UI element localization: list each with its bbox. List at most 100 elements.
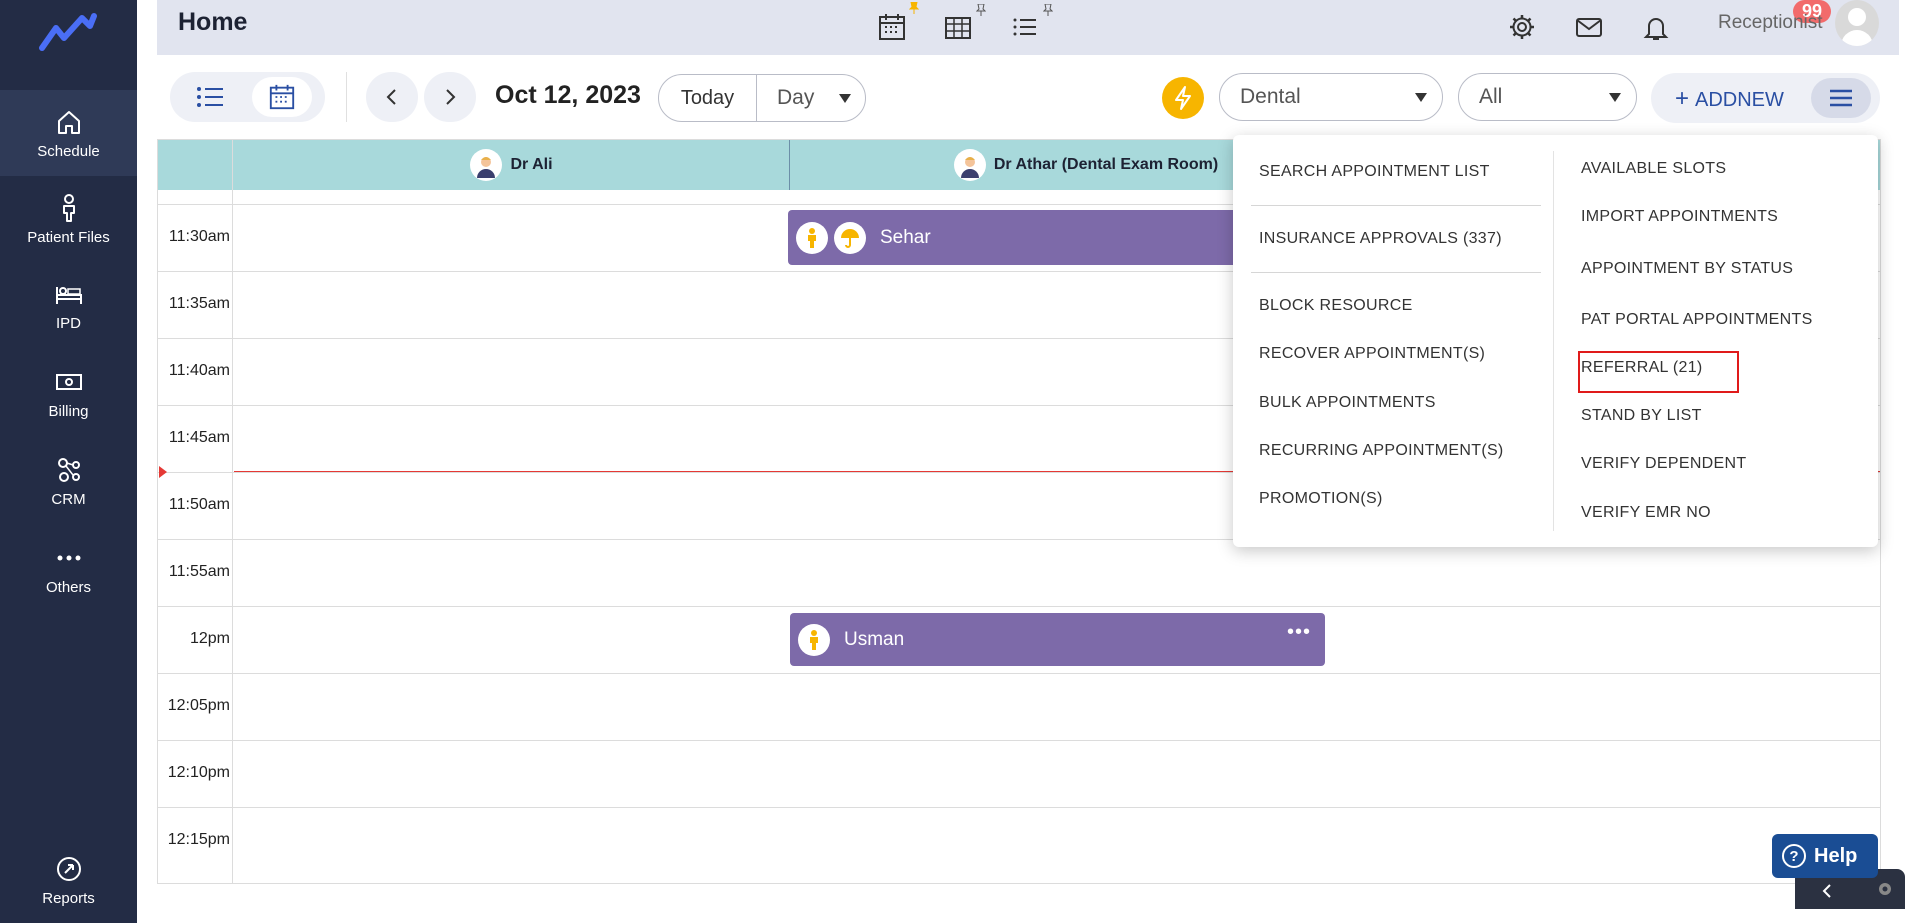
sidebar-item-schedule[interactable]: Schedule [0, 90, 137, 176]
time-slot-row[interactable]: 12:05pm [158, 673, 1880, 740]
pin-active-icon[interactable] [909, 2, 919, 14]
help-label: Help [1814, 844, 1858, 867]
bell-icon[interactable] [1641, 12, 1671, 42]
sidebar-item-crm[interactable]: CRM [0, 438, 137, 524]
question-icon: ? [1782, 844, 1806, 868]
crm-icon [57, 457, 80, 482]
menu-column-divider [1553, 151, 1554, 531]
person-icon [62, 193, 75, 222]
sidebar-item-label: Others [45, 578, 91, 596]
menu-item-insurance-approvals[interactable]: INSURANCE APPROVALS (337) [1259, 230, 1502, 248]
sidebar-item-label: Reports [42, 889, 95, 907]
current-time-marker [159, 466, 167, 478]
addnew-label: ADDNEW [1695, 89, 1784, 111]
sidebar-item-patient-files[interactable]: Patient Files [0, 176, 137, 262]
menu-separator [1251, 205, 1541, 206]
quick-action-button[interactable] [1162, 77, 1204, 119]
person-icon [796, 221, 828, 254]
menu-item-recover-appointments[interactable]: RECOVER APPOINTMENT(S) [1259, 345, 1485, 363]
hamburger-icon [1830, 89, 1852, 107]
menu-item-search-appointment-list[interactable]: SEARCH APPOINTMENT LIST [1259, 163, 1490, 181]
time-slot-row[interactable]: 11:55am [158, 539, 1880, 606]
sidebar-item-others[interactable]: Others [0, 526, 137, 612]
page-title: Home [178, 8, 248, 36]
addnew-group: + ADDNEW [1651, 73, 1880, 123]
settings-icon[interactable] [1507, 12, 1537, 42]
menu-item-verify-dependent[interactable]: VERIFY DEPENDENT [1581, 455, 1746, 473]
time-slot-label: 11:45am [168, 429, 230, 446]
menu-item-block-resource[interactable]: BLOCK RESOURCE [1259, 297, 1413, 315]
avatar[interactable] [1835, 0, 1879, 46]
more-options-icon[interactable]: ••• [1287, 621, 1311, 644]
calendar-view-button[interactable] [252, 77, 312, 117]
user-role-label[interactable]: Receptionist [1718, 12, 1823, 34]
sidebar-item-label: Patient Files [27, 228, 110, 246]
department-select[interactable]: Dental [1219, 73, 1443, 121]
sidebar-item-label: IPD [55, 314, 81, 332]
chevron-down-icon [1609, 93, 1621, 102]
filter-select[interactable]: All [1458, 73, 1637, 121]
grid-icon[interactable] [943, 12, 973, 42]
plus-icon: + [1675, 85, 1690, 112]
view-toggle [170, 72, 325, 122]
sidebar-item-label: Schedule [37, 142, 100, 160]
chevron-left-icon [386, 89, 396, 105]
column-header-label: Dr Athar (Dental Exam Room) [993, 156, 1219, 173]
chevron-down-icon [1415, 93, 1427, 102]
menu-item-recurring-appointments[interactable]: RECURRING APPOINTMENT(S) [1259, 442, 1504, 460]
appointment-card[interactable]: Usman ••• [790, 613, 1325, 666]
next-date-button[interactable] [424, 72, 476, 122]
view-select[interactable]: Day [757, 75, 865, 121]
money-icon [55, 373, 82, 390]
menu-item-stand-by-list[interactable]: STAND BY LIST [1581, 407, 1702, 425]
help-button[interactable]: ? Help [1772, 834, 1878, 878]
pin-icon[interactable] [1043, 4, 1053, 16]
menu-item-bulk-appointments[interactable]: BULK APPOINTMENTS [1259, 394, 1436, 412]
menu-separator [1251, 272, 1541, 273]
sidebar: Schedule Patient Files IPD Billing CRM O… [0, 0, 137, 923]
sidebar-item-reports[interactable]: Reports [0, 837, 137, 923]
calendar-icon[interactable] [877, 12, 907, 42]
menu-button[interactable] [1811, 78, 1871, 118]
menu-item-promotions[interactable]: PROMOTION(S) [1259, 490, 1383, 508]
gear-icon[interactable] [1875, 879, 1895, 899]
appointment-patient-name: Usman [844, 628, 905, 650]
menu-item-appointment-by-status[interactable]: APPOINTMENT BY STATUS [1581, 260, 1793, 278]
today-button[interactable]: Today [659, 75, 757, 121]
time-slot-row[interactable]: 12:15pm [158, 807, 1880, 874]
time-slot-label: 11:40am [168, 362, 230, 379]
time-slot-label: 11:50am [168, 496, 230, 513]
reports-icon [56, 856, 81, 881]
bed-icon [55, 286, 82, 304]
chevron-down-icon [839, 94, 851, 103]
current-date[interactable]: Oct 12, 2023 [495, 81, 641, 110]
list-icon[interactable] [1010, 12, 1040, 42]
referral-highlight-box [1578, 351, 1739, 393]
menu-item-available-slots[interactable]: AVAILABLE SLOTS [1581, 160, 1726, 178]
time-slot-label: 12:15pm [167, 831, 230, 848]
prev-date-button[interactable] [366, 72, 418, 122]
menu-item-verify-emr-no[interactable]: VERIFY EMR NO [1581, 504, 1711, 522]
list-view-button[interactable] [180, 77, 240, 117]
app-logo-icon[interactable] [38, 10, 98, 54]
menu-item-import-appointments[interactable]: IMPORT APPOINTMENTS [1581, 208, 1778, 226]
time-slot-label: 11:55am [168, 563, 230, 580]
chevron-right-icon [446, 89, 456, 105]
mail-icon[interactable] [1574, 12, 1604, 42]
insurance-umbrella-icon [834, 221, 866, 254]
department-select-value: Dental [1240, 85, 1301, 108]
time-slot-label: 12:05pm [167, 697, 230, 714]
chevron-left-icon[interactable] [1821, 883, 1833, 899]
sidebar-item-ipd[interactable]: IPD [0, 262, 137, 348]
time-slot-label: 11:35am [168, 295, 230, 312]
sidebar-item-billing[interactable]: Billing [0, 350, 137, 436]
column-header-dr-ali[interactable]: Dr Ali [234, 140, 789, 190]
today-day-group: Today Day [658, 74, 866, 122]
home-icon [57, 110, 80, 134]
list-icon [197, 87, 223, 107]
sidebar-item-label: Billing [48, 402, 89, 420]
time-slot-row[interactable]: 12:10pm [158, 740, 1880, 807]
addnew-button[interactable]: + ADDNEW [1675, 85, 1784, 113]
menu-item-pat-portal-appointments[interactable]: PAT PORTAL APPOINTMENTS [1581, 311, 1813, 329]
pin-icon[interactable] [976, 4, 986, 16]
